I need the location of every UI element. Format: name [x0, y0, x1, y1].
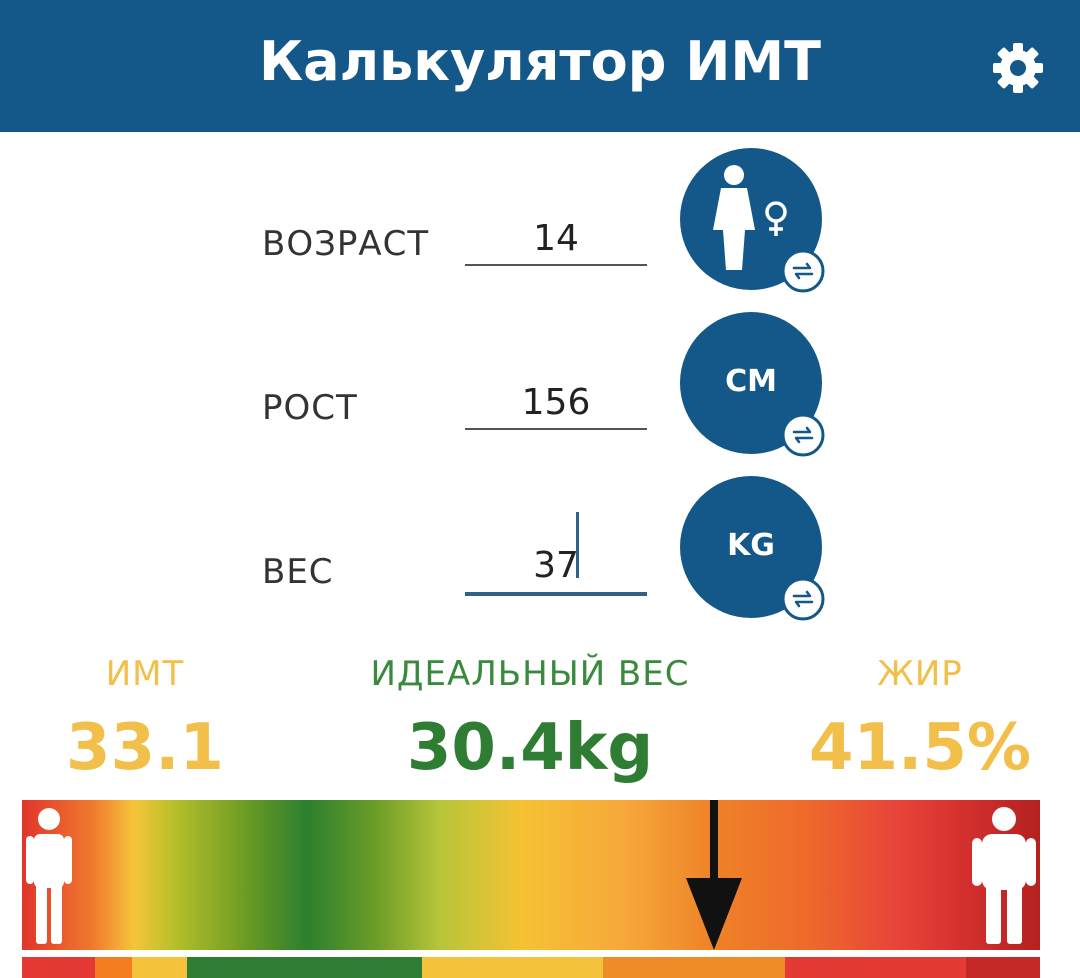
age-label: ВОЗРАСТ: [262, 224, 430, 264]
strip-segment: [966, 957, 1040, 978]
thin-person-icon: [26, 806, 72, 950]
height-unit-label: CM: [725, 364, 777, 399]
strip-segment: [132, 957, 187, 978]
fat-value: 41.5%: [808, 711, 1032, 785]
strip-segment: [422, 957, 603, 978]
strip-segment: [95, 957, 132, 978]
height-label: РОСТ: [262, 388, 358, 428]
height-input[interactable]: [465, 376, 647, 430]
page-title: Калькулятор ИМТ: [259, 30, 821, 93]
age-input[interactable]: [465, 212, 647, 266]
bmi-scale: [22, 800, 1040, 950]
bmi-value: 33.1: [66, 711, 224, 785]
swap-arrows-icon[interactable]: [780, 412, 826, 458]
gear-icon[interactable]: [988, 38, 1048, 98]
ideal-weight-value: 30.4kg: [406, 711, 654, 785]
weight-input[interactable]: [465, 538, 647, 596]
bmi-label: ИМТ: [105, 654, 185, 694]
bmi-indicator-arrow: [686, 800, 743, 950]
heavy-person-icon: [972, 806, 1036, 950]
text-cursor: [576, 512, 579, 578]
weight-label: ВЕС: [262, 552, 334, 592]
app-header: Калькулятор ИМТ: [0, 0, 1080, 132]
strip-segment: [22, 957, 95, 978]
swap-arrows-icon[interactable]: [780, 576, 826, 622]
bmi-category-strip: [22, 957, 1040, 978]
strip-segment: [603, 957, 785, 978]
weight-unit-label: KG: [727, 528, 775, 563]
ideal-weight-label: ИДЕАЛЬНЫЙ ВЕС: [370, 654, 690, 694]
strip-segment: [187, 957, 422, 978]
swap-arrows-icon[interactable]: [780, 248, 826, 294]
strip-segment: [785, 957, 966, 978]
fat-label: ЖИР: [877, 654, 963, 694]
